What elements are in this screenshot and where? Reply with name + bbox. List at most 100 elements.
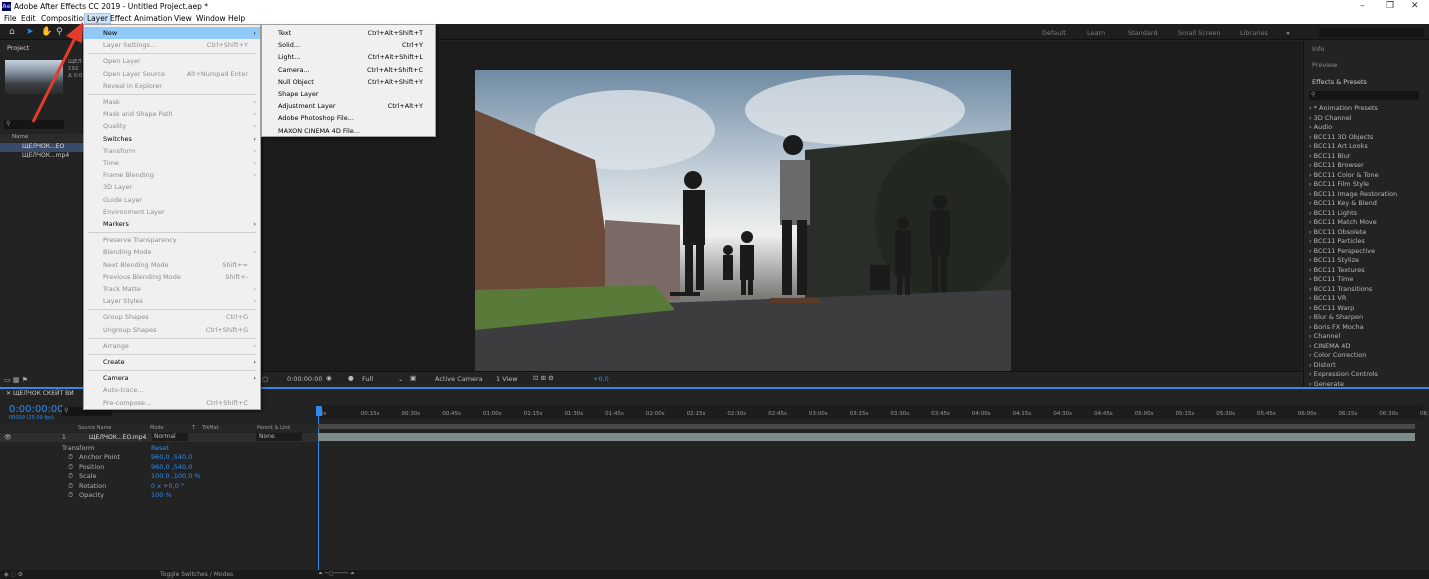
effect-category[interactable]: › BCC11 Warp — [1309, 304, 1425, 314]
zoom-tool-icon[interactable]: ⚲ — [56, 27, 63, 37]
property-value[interactable]: 0 x +0,0 ° — [151, 482, 184, 490]
layer-mode-select[interactable]: Normal — [152, 433, 188, 441]
new-menu-item[interactable]: Solid... Ctrl+Y — [262, 39, 435, 51]
view-layout-select[interactable]: 1 View — [496, 375, 518, 383]
layer-menu-item[interactable]: Switches › — [84, 133, 260, 145]
layer-menu-item[interactable]: Markers › — [84, 218, 260, 230]
zoom-slider[interactable]: ⏶ ─○──── ⏶ — [318, 570, 355, 578]
home-icon[interactable]: ⌂ — [9, 27, 15, 37]
new-menu-item[interactable]: Adjustment Layer Ctrl+Alt+Y — [262, 100, 435, 112]
effect-category[interactable]: › BCC11 Key & Blend — [1309, 199, 1425, 209]
exposure-value[interactable]: +0,0 — [593, 375, 609, 383]
preview-panel-header[interactable]: Preview — [1312, 61, 1337, 69]
menu-view[interactable]: View — [172, 14, 194, 23]
effect-category[interactable]: › BCC11 Obsolete — [1309, 228, 1425, 238]
project-search-input[interactable]: ⚲ — [4, 120, 64, 129]
effect-category[interactable]: › BCC11 Perspective — [1309, 247, 1425, 257]
effect-category[interactable]: › Audio — [1309, 123, 1425, 133]
workspace-small-screen[interactable]: Small Screen — [1178, 29, 1220, 37]
work-area-bar[interactable] — [318, 424, 1415, 429]
effect-category[interactable]: › BCC11 Film Style — [1309, 180, 1425, 190]
layer-menu-item[interactable]: Camera › — [84, 372, 260, 384]
new-menu-item[interactable]: Null Object Ctrl+Alt+Shift+Y — [262, 76, 435, 88]
minimize-icon[interactable]: – — [1360, 1, 1365, 11]
effect-category[interactable]: › 3D Channel — [1309, 114, 1425, 124]
col-trkmat[interactable]: TrkMat — [202, 425, 219, 431]
tab-project[interactable]: Project — [7, 44, 29, 52]
camera-snapshot-icon[interactable]: ◉ — [326, 374, 332, 382]
menu-effect[interactable]: Effect — [108, 14, 134, 23]
effect-category[interactable]: › Generate — [1309, 380, 1425, 387]
layer-row[interactable]: 👁 1 ЩЕЛЧОК...EO.mp4 Normal None — [0, 433, 318, 442]
stopwatch-icon[interactable]: ⏱ — [68, 472, 73, 481]
effect-category[interactable]: › * Animation Presets — [1309, 104, 1425, 114]
new-menu-item[interactable]: Shape Layer — [262, 88, 435, 100]
col-t[interactable]: T — [192, 425, 195, 431]
effect-category[interactable]: › BCC11 3D Objects — [1309, 133, 1425, 143]
transform-reset[interactable]: Reset — [151, 444, 169, 452]
resolution-select[interactable]: Full — [362, 375, 373, 383]
effect-category[interactable]: › BCC11 Particles — [1309, 237, 1425, 247]
channel-icon[interactable]: ● — [348, 374, 354, 382]
new-menu-item[interactable]: Camera... Ctrl+Alt+Shift+C — [262, 64, 435, 76]
camera-select[interactable]: Active Camera — [435, 375, 483, 383]
workspace-overflow-icon[interactable]: » — [1286, 29, 1290, 37]
effect-category[interactable]: › BCC11 Browser — [1309, 161, 1425, 171]
effect-category[interactable]: › BCC11 Transitions — [1309, 285, 1425, 295]
layer-parent-select[interactable]: None — [256, 433, 302, 441]
workspace-libraries[interactable]: Libraries — [1240, 29, 1268, 37]
effect-category[interactable]: › BCC11 Image Restoration — [1309, 190, 1425, 200]
effect-category[interactable]: › BCC11 Lights — [1309, 209, 1425, 219]
layer-menu-item[interactable]: Create › — [84, 356, 260, 368]
effect-category[interactable]: › BCC11 Blur — [1309, 152, 1425, 162]
new-menu-item[interactable]: Adobe Photoshop File... — [262, 112, 435, 124]
menu-window[interactable]: Window — [194, 14, 228, 23]
stopwatch-icon[interactable]: ⏱ — [68, 463, 73, 472]
region-of-interest-icon[interactable]: ▢ — [262, 375, 268, 383]
effect-category[interactable]: › BCC11 Match Move — [1309, 218, 1425, 228]
resolution-dropdown-icon[interactable]: ⌄ — [398, 375, 403, 383]
effect-category[interactable]: › BCC11 Time — [1309, 275, 1425, 285]
effect-category[interactable]: › Boris FX Mocha — [1309, 323, 1425, 333]
stopwatch-icon[interactable]: ⏱ — [68, 482, 73, 491]
timeline-timecode[interactable]: 0:00:00:00 — [9, 404, 64, 415]
stopwatch-icon[interactable]: ⏱ — [68, 453, 73, 462]
effect-category[interactable]: › Channel — [1309, 332, 1425, 342]
property-value[interactable]: 100 % — [151, 491, 172, 499]
project-col-name[interactable]: Name — [0, 134, 83, 142]
property-value[interactable]: 100,0 ,100,0 % — [151, 472, 201, 480]
col-mode[interactable]: Mode — [150, 425, 164, 431]
menu-file[interactable]: File — [2, 14, 19, 23]
timeline-comp-tab[interactable]: ✕ ЩЕЛЧОК СКЕЙТ ВИ — [6, 390, 74, 397]
menu-help[interactable]: Help — [226, 14, 247, 23]
effect-category[interactable]: › BCC11 Color & Tone — [1309, 171, 1425, 181]
new-menu-item[interactable]: Light... Ctrl+Alt+Shift+L — [262, 51, 435, 63]
restore-icon[interactable]: ❐ — [1386, 1, 1394, 11]
new-menu-item[interactable]: Text Ctrl+Alt+Shift+T — [262, 27, 435, 39]
col-parent[interactable]: Parent & Link — [257, 425, 290, 431]
footer-icons[interactable]: ◈ ◌ ⚙ — [4, 571, 23, 578]
viewer-option-icons[interactable]: ⊡ ⊞ ⚙ — [533, 374, 554, 382]
project-item-comp[interactable]: ЩЕЛЧОК...EO — [0, 143, 83, 152]
stopwatch-icon[interactable]: ⏱ — [68, 491, 73, 500]
viewer-timecode[interactable]: 0:00:00:00 — [287, 375, 323, 383]
effect-category[interactable]: › BCC11 Textures — [1309, 266, 1425, 276]
visibility-eye-icon[interactable]: 👁 — [4, 434, 12, 441]
effect-category[interactable]: › Color Correction — [1309, 351, 1425, 361]
selection-tool-icon[interactable]: ➤ — [26, 27, 34, 37]
layer-name[interactable]: ЩЕЛЧОК...EO.mp4 — [89, 434, 146, 441]
effect-category[interactable]: › Distort — [1309, 361, 1425, 371]
effects-panel-header[interactable]: Effects & Presets — [1312, 78, 1367, 86]
effect-category[interactable]: › BCC11 Art Looks — [1309, 142, 1425, 152]
menu-layer[interactable]: Layer — [84, 13, 111, 24]
new-menu-item[interactable]: MAXON CINEMA 4D File... — [262, 125, 435, 137]
workspace-standard[interactable]: Standard — [1128, 29, 1158, 37]
layer-menu-item[interactable]: New › — [84, 27, 260, 39]
info-panel-header[interactable]: Info — [1312, 45, 1324, 53]
help-search-input[interactable] — [1319, 28, 1424, 37]
effect-category[interactable]: › BCC11 Stylize — [1309, 256, 1425, 266]
effect-category[interactable]: › CINEMA 4D — [1309, 342, 1425, 352]
transform-group[interactable]: Transform — [62, 444, 94, 452]
toggle-switches-modes[interactable]: Toggle Switches / Modes — [160, 571, 233, 578]
hand-tool-icon[interactable]: ✋ — [41, 27, 52, 37]
